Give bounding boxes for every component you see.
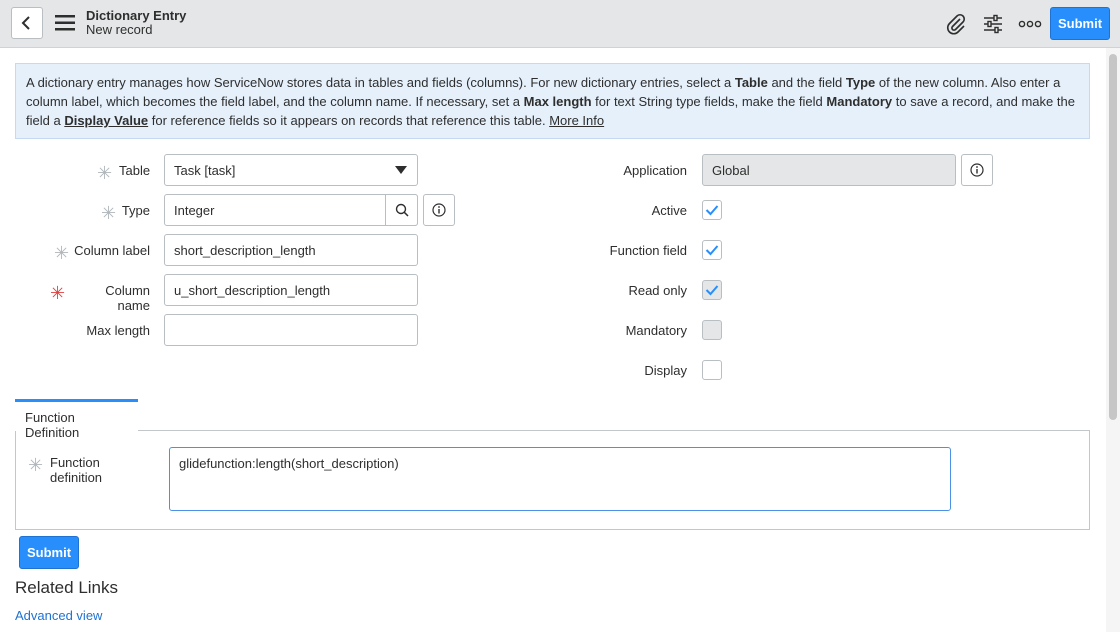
type-field-value: Integer [174, 202, 215, 218]
type-lookup-button[interactable] [385, 194, 418, 226]
mandatory-label: Mandatory [625, 323, 687, 338]
max-length-field[interactable] [164, 314, 418, 346]
chevron-down-icon [395, 166, 407, 174]
page-subtitle: New record [86, 22, 153, 37]
function-definition-label: Function definition [50, 455, 103, 485]
application-label: Application [623, 163, 687, 178]
required-asterisk-mandatory: ✳ [50, 283, 66, 303]
table-select-value: Task [task] [174, 162, 236, 178]
checkmark-icon [705, 285, 719, 296]
column-name-field[interactable]: u_short_description_length [164, 274, 418, 306]
back-button[interactable] [11, 7, 43, 39]
submit-button-bottom[interactable]: Submit [19, 536, 79, 569]
sliders-icon[interactable] [981, 12, 1005, 36]
column-label-field[interactable]: short_description_length [164, 234, 418, 266]
paperclip-icon[interactable] [944, 12, 968, 36]
info-text-display-value: Display Value [64, 113, 149, 128]
function-field-label: Function field [609, 243, 687, 258]
function-field-checkbox[interactable] [702, 240, 722, 260]
info-icon [432, 203, 446, 217]
page-title: Dictionary Entry [86, 8, 187, 23]
more-options-icon[interactable] [1018, 12, 1042, 36]
info-text-bold: Max length [523, 94, 592, 109]
required-asterisk: ✳ [97, 163, 113, 183]
max-length-label: Max length [86, 323, 150, 338]
active-checkbox[interactable] [702, 200, 722, 220]
submit-button-header[interactable]: Submit [1050, 7, 1110, 40]
type-field[interactable]: Integer [164, 194, 418, 226]
display-checkbox[interactable] [702, 360, 722, 380]
page-scrollbar[interactable] [1106, 48, 1120, 632]
tab-function-definition[interactable]: Function Definition [15, 399, 138, 440]
info-text: and the field [767, 75, 846, 90]
active-label: Active [651, 203, 687, 218]
application-field: Global [702, 154, 956, 186]
column-name-label: Column name [105, 283, 150, 313]
info-text-bold: Mandatory [826, 94, 893, 109]
read-only-label: Read only [628, 283, 687, 298]
info-text: A dictionary entry manages how ServiceNo… [26, 75, 735, 90]
type-info-button[interactable] [423, 194, 455, 226]
application-value: Global [712, 162, 750, 178]
info-icon [970, 163, 984, 177]
info-text: for text String type fields, make the fi… [591, 94, 827, 109]
mandatory-checkbox[interactable] [702, 320, 722, 340]
search-icon [395, 203, 409, 217]
record-header: Dictionary Entry New record Submit [0, 0, 1120, 48]
function-definition-textarea[interactable]: glidefunction:length(short_description) [169, 447, 951, 511]
info-message: A dictionary entry manages how ServiceNo… [15, 63, 1090, 139]
tab-label: Function Definition [25, 410, 80, 440]
table-label: Table [119, 163, 151, 178]
scrollbar-thumb[interactable] [1109, 54, 1117, 420]
column-name-value: u_short_description_length [174, 282, 331, 298]
more-info-link[interactable]: More Info [549, 113, 604, 128]
checkmark-icon [705, 245, 719, 256]
required-asterisk: ✳ [54, 243, 70, 263]
required-asterisk: ✳ [28, 455, 44, 475]
advanced-view-link[interactable]: Advanced view [15, 608, 102, 623]
info-text-bold: Type [845, 75, 876, 90]
column-label-label: Column label [74, 243, 150, 258]
application-info-button[interactable] [961, 154, 993, 186]
hamburger-menu-icon[interactable] [55, 14, 75, 32]
column-label-value: short_description_length [174, 242, 316, 258]
table-select[interactable]: Task [task] [164, 154, 418, 186]
required-asterisk: ✳ [101, 203, 117, 223]
checkmark-icon [705, 205, 719, 216]
info-text-bold: Table [734, 75, 768, 90]
display-label: Display [644, 363, 687, 378]
info-text: for reference fields so it appears on re… [148, 113, 550, 128]
read-only-checkbox[interactable] [702, 280, 722, 300]
back-icon [21, 16, 30, 30]
type-label: Type [121, 203, 150, 218]
related-links-heading: Related Links [15, 578, 119, 597]
